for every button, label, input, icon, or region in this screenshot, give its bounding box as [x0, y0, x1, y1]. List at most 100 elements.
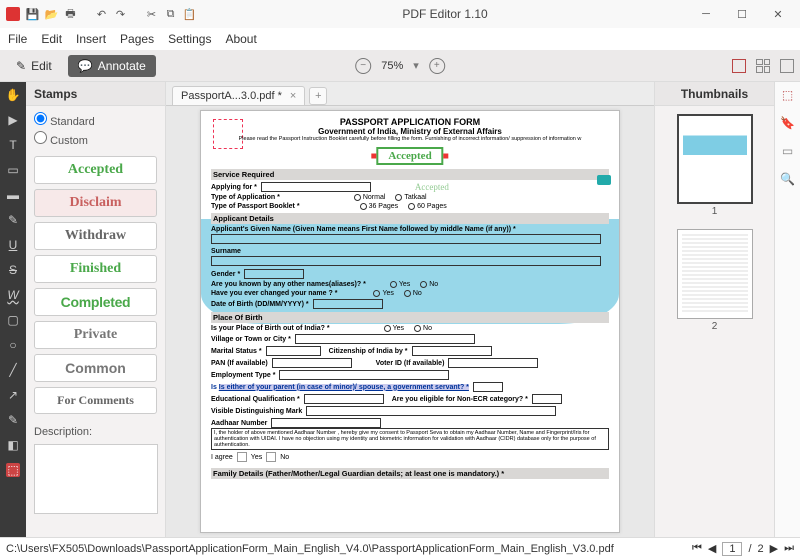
cut-icon[interactable]: ✂ [145, 8, 158, 21]
popup-note-icon[interactable] [597, 175, 611, 185]
placed-stamp[interactable]: Accepted [376, 147, 443, 165]
note-tool-icon[interactable]: ▭ [6, 163, 20, 177]
employ-field[interactable] [279, 370, 449, 380]
radio-chg-no[interactable]: No [404, 290, 422, 297]
radio-36pages[interactable]: 36 Pages [360, 203, 399, 210]
select-tool-icon[interactable]: ▶ [6, 113, 20, 127]
strikethrough-tool-icon[interactable]: S [6, 263, 20, 277]
mode-annotate[interactable]: 💬Annotate [68, 55, 156, 77]
squiggly-tool-icon[interactable]: W [6, 288, 20, 302]
tab-add-button[interactable]: + [309, 87, 327, 105]
pages-panel-icon[interactable]: ⬚ [781, 88, 795, 102]
pdf-page[interactable]: PASSPORT APPLICATION FORM Government of … [200, 110, 620, 533]
stamp-accepted[interactable]: Accepted [34, 156, 157, 184]
citizenship-field[interactable] [412, 346, 492, 356]
voter-field[interactable] [448, 358, 538, 368]
mode-edit[interactable]: ✎Edit [6, 55, 62, 77]
applying-field[interactable] [261, 182, 371, 192]
line-tool-icon[interactable]: ╱ [6, 363, 20, 377]
text-tool-icon[interactable]: T [6, 138, 20, 152]
underline-tool-icon[interactable]: U [6, 238, 20, 252]
print-icon[interactable]: 🖶 [64, 8, 77, 21]
stamp-common[interactable]: Common [34, 354, 157, 382]
grid-view-icon[interactable] [756, 59, 770, 73]
arrow-tool-icon[interactable]: ↗ [6, 388, 20, 402]
tab-document[interactable]: PassportA...3.0.pdf * × [172, 86, 305, 105]
radio-pob-no[interactable]: No [414, 325, 432, 332]
agree-no-check[interactable] [266, 452, 276, 462]
tab-close-icon[interactable]: × [290, 90, 296, 102]
page-current[interactable]: 1 [722, 542, 742, 556]
mark-field[interactable] [306, 406, 556, 416]
stamp-for-comments[interactable]: For Comments [34, 387, 157, 414]
thumbnail-2[interactable] [677, 229, 753, 319]
aadhaar-field[interactable] [271, 418, 381, 428]
radio-tatkaal[interactable]: Tatkaal [395, 194, 426, 201]
strike-tool-icon[interactable]: ✎ [6, 213, 20, 227]
radio-alias-no[interactable]: No [420, 281, 438, 288]
maximize-button[interactable]: ☐ [730, 8, 754, 21]
ecr-field[interactable] [532, 394, 562, 404]
redo-icon[interactable]: ↷ [114, 8, 127, 21]
surname-field[interactable] [211, 256, 601, 266]
two-page-icon[interactable] [780, 59, 794, 73]
village-field[interactable] [295, 334, 475, 344]
pen-tool-icon[interactable]: ✎ [6, 413, 20, 427]
zoom-dropdown-icon[interactable]: ▾ [413, 59, 419, 72]
save-icon[interactable]: 💾 [26, 8, 39, 21]
search-panel-icon[interactable]: 🔍 [781, 172, 795, 186]
prev-page-button[interactable]: ◀ [708, 542, 716, 555]
marital-field[interactable] [266, 346, 321, 356]
highlight-tool-icon[interactable]: ▬ [6, 188, 20, 202]
circle-tool-icon[interactable]: ○ [6, 338, 20, 352]
gender-field[interactable] [244, 269, 304, 279]
copy-icon[interactable]: ⧉ [164, 8, 177, 21]
stamp-completed[interactable]: Completed [34, 288, 157, 316]
description-field[interactable] [34, 444, 158, 514]
radio-pob-yes[interactable]: Yes [384, 325, 404, 332]
open-icon[interactable]: 📂 [45, 8, 58, 21]
first-page-button[interactable]: ⏮ [692, 542, 702, 555]
edu-field[interactable] [304, 394, 384, 404]
next-page-button[interactable]: ▶ [770, 542, 778, 555]
zoom-in-button[interactable]: + [429, 58, 445, 74]
radio-alias-yes[interactable]: Yes [390, 281, 410, 288]
stamp-standard-radio[interactable]: Standard [34, 112, 157, 128]
menu-file[interactable]: File [8, 32, 27, 46]
eraser-tool-icon[interactable]: ◧ [6, 438, 20, 452]
stamps-panel: Stamps Standard Custom Accepted Disclaim… [26, 82, 166, 537]
thumbnail-1[interactable] [677, 114, 753, 204]
undo-icon[interactable]: ↶ [95, 8, 108, 21]
stamp-custom-radio[interactable]: Custom [34, 131, 157, 147]
radio-60pages[interactable]: 60 Pages [408, 203, 447, 210]
stamp-tool-icon[interactable]: ⬚ [6, 463, 20, 477]
menu-edit[interactable]: Edit [41, 32, 62, 46]
menu-settings[interactable]: Settings [168, 32, 211, 46]
menu-about[interactable]: About [225, 32, 256, 46]
stamp-private[interactable]: Private [34, 321, 157, 349]
single-page-icon[interactable] [732, 59, 746, 73]
parent-field[interactable] [473, 382, 503, 392]
stamp-disclaim[interactable]: Disclaim [34, 189, 157, 217]
stamp-withdraw[interactable]: Withdraw [34, 222, 157, 250]
given-name-field[interactable] [211, 234, 601, 244]
bookmarks-panel-icon[interactable]: 🔖 [781, 116, 795, 130]
zoom-value[interactable]: 75% [381, 60, 403, 72]
rect-tool-icon[interactable]: ▢ [6, 313, 20, 327]
left-toolbar: ✋ ▶ T ▭ ▬ ✎ U S W ▢ ○ ╱ ↗ ✎ ◧ ⬚ [0, 82, 26, 537]
paste-icon[interactable]: 📋 [183, 8, 196, 21]
menu-insert[interactable]: Insert [76, 32, 106, 46]
close-button[interactable]: ✕ [766, 8, 790, 21]
menu-pages[interactable]: Pages [120, 32, 154, 46]
agree-yes-check[interactable] [237, 452, 247, 462]
dob-field[interactable] [313, 299, 383, 309]
radio-normal[interactable]: Normal [354, 194, 386, 201]
pan-field[interactable] [272, 358, 352, 368]
radio-chg-yes[interactable]: Yes [373, 290, 393, 297]
hand-tool-icon[interactable]: ✋ [6, 88, 20, 102]
attachments-panel-icon[interactable]: ▭ [781, 144, 795, 158]
zoom-out-button[interactable]: − [355, 58, 371, 74]
minimize-button[interactable]: ─ [694, 8, 718, 21]
last-page-button[interactable]: ⏭ [784, 542, 794, 555]
stamp-finished[interactable]: Finished [34, 255, 157, 283]
